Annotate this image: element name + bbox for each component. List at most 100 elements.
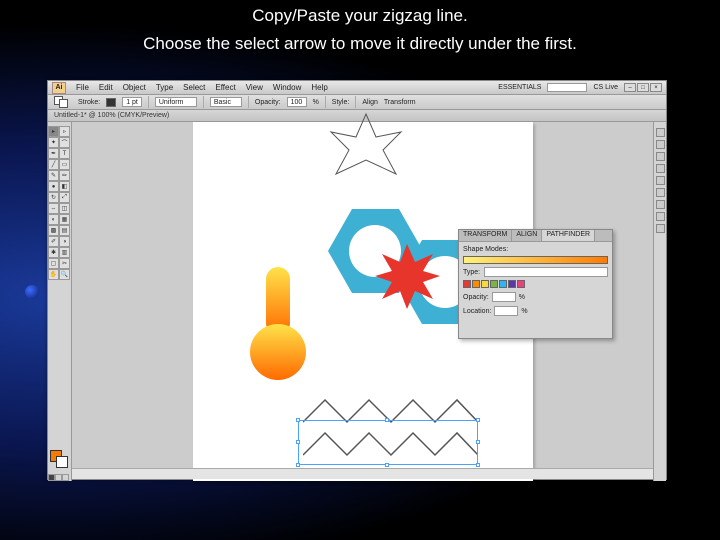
- selection-handle[interactable]: [296, 440, 300, 444]
- location-value[interactable]: [494, 306, 518, 316]
- menu-help[interactable]: Help: [307, 83, 331, 92]
- pencil-tool[interactable]: ✏: [59, 170, 70, 181]
- artboard-tool[interactable]: ▢: [48, 258, 59, 269]
- line-tool[interactable]: ╱: [48, 159, 59, 170]
- opacity-value[interactable]: [492, 292, 516, 302]
- fill-stroke-swatch[interactable]: [54, 96, 72, 108]
- appearance-panel-icon[interactable]: [656, 176, 665, 185]
- symbols-panel-icon[interactable]: [656, 224, 665, 233]
- stroke-weight-field[interactable]: 1 pt: [122, 97, 142, 107]
- menu-file[interactable]: File: [72, 83, 93, 92]
- cs-live-button[interactable]: CS Live: [593, 84, 618, 91]
- swatch[interactable]: [517, 280, 525, 288]
- selection-handle[interactable]: [296, 463, 300, 467]
- perspective-tool[interactable]: ▦: [59, 214, 70, 225]
- scale-tool[interactable]: ⤢: [59, 192, 70, 203]
- layers-panel-icon[interactable]: [656, 188, 665, 197]
- gradient-tool[interactable]: ▤: [59, 225, 70, 236]
- selection-handle[interactable]: [296, 418, 300, 422]
- maximize-button[interactable]: □: [637, 83, 649, 92]
- starburst-shape[interactable]: [375, 244, 440, 309]
- selection-handle[interactable]: [385, 418, 389, 422]
- gradient-panel-icon[interactable]: [656, 152, 665, 161]
- width-tool[interactable]: ⇔: [48, 203, 59, 214]
- workspace-switcher[interactable]: ESSENTIALS: [498, 84, 541, 91]
- document-tab-label: Untitled-1* @ 100% (CMYK/Preview): [54, 112, 169, 119]
- lasso-tool[interactable]: ⌒: [59, 137, 70, 148]
- eraser-tool[interactable]: ◧: [59, 181, 70, 192]
- menu-object[interactable]: Object: [119, 83, 150, 92]
- shape-builder-tool[interactable]: ◐: [48, 214, 59, 225]
- zoom-tool[interactable]: 🔍: [59, 269, 70, 280]
- menu-view[interactable]: View: [242, 83, 267, 92]
- tab-align[interactable]: ALIGN: [512, 230, 542, 241]
- swatch[interactable]: [463, 280, 471, 288]
- eyedropper-tool[interactable]: ✐: [48, 236, 59, 247]
- selection-tool[interactable]: ▸: [48, 126, 59, 137]
- type-tool[interactable]: T: [59, 148, 70, 159]
- rotate-tool[interactable]: ↻: [48, 192, 59, 203]
- close-button[interactable]: ×: [650, 83, 662, 92]
- instruction-line-1: Copy/Paste your zigzag line.: [0, 6, 720, 26]
- tab-transform[interactable]: TRANSFORM: [459, 230, 512, 241]
- opacity-field[interactable]: 100: [287, 97, 307, 107]
- tab-pathfinder[interactable]: PATHFINDER: [542, 230, 595, 241]
- transparency-panel-icon[interactable]: [656, 164, 665, 173]
- color-panel-icon[interactable]: [656, 128, 665, 137]
- minimize-button[interactable]: –: [624, 83, 636, 92]
- menu-edit[interactable]: Edit: [95, 83, 117, 92]
- swatch[interactable]: [490, 280, 498, 288]
- opacity-label: Opacity:: [255, 99, 281, 106]
- hand-tool[interactable]: ✋: [48, 269, 59, 280]
- free-transform-tool[interactable]: ◫: [59, 203, 70, 214]
- swatch[interactable]: [472, 280, 480, 288]
- scrollbar-horizontal[interactable]: [72, 468, 653, 479]
- selection-handle[interactable]: [476, 418, 480, 422]
- stroke-panel-icon[interactable]: [656, 140, 665, 149]
- draw-mode-buttons[interactable]: [48, 474, 71, 481]
- star-shape[interactable]: [321, 112, 411, 182]
- menu-effect[interactable]: Effect: [211, 83, 239, 92]
- fill-stroke-color[interactable]: [48, 448, 71, 470]
- type-field[interactable]: [484, 267, 608, 277]
- paintbrush-tool[interactable]: ✎: [48, 170, 59, 181]
- app-logo: Ai: [52, 82, 66, 94]
- gradient-preview[interactable]: [463, 256, 608, 264]
- rectangle-tool[interactable]: ▭: [59, 159, 70, 170]
- selection-handle[interactable]: [476, 440, 480, 444]
- stroke-color-swatch[interactable]: [106, 98, 116, 107]
- brush-field[interactable]: Uniform: [155, 97, 197, 107]
- swatch[interactable]: [508, 280, 516, 288]
- options-bar: Stroke: 1 pt Uniform Basic Opacity: 100 …: [48, 95, 666, 110]
- titlebar: Ai File Edit Object Type Select Effect V…: [48, 81, 666, 95]
- pen-tool[interactable]: ✒: [48, 148, 59, 159]
- transform-button[interactable]: Transform: [384, 99, 416, 106]
- menu-select[interactable]: Select: [179, 83, 209, 92]
- selection-bounding-box[interactable]: [298, 420, 478, 465]
- brushes-panel-icon[interactable]: [656, 212, 665, 221]
- graph-tool[interactable]: ▥: [59, 247, 70, 258]
- type-label: Type:: [463, 269, 480, 276]
- swatch[interactable]: [481, 280, 489, 288]
- percent-label: %: [519, 294, 525, 301]
- search-input[interactable]: [547, 83, 587, 92]
- blend-tool[interactable]: ◑: [59, 236, 70, 247]
- mesh-tool[interactable]: ▩: [48, 225, 59, 236]
- menu-window[interactable]: Window: [269, 83, 305, 92]
- magic-wand-tool[interactable]: ✦: [48, 137, 59, 148]
- style-field[interactable]: Basic: [210, 97, 242, 107]
- opacity-unit: %: [313, 99, 319, 106]
- symbol-sprayer-tool[interactable]: ✱: [48, 247, 59, 258]
- direct-selection-tool[interactable]: ▹: [59, 126, 70, 137]
- align-button[interactable]: Align: [362, 99, 378, 106]
- selection-handle[interactable]: [476, 463, 480, 467]
- selection-handle[interactable]: [385, 463, 389, 467]
- swatches-panel-icon[interactable]: [656, 200, 665, 209]
- swatch[interactable]: [499, 280, 507, 288]
- pathfinder-panel[interactable]: TRANSFORM ALIGN PATHFINDER Shape Modes: …: [458, 229, 613, 339]
- menu-type[interactable]: Type: [152, 83, 177, 92]
- bulb-shape[interactable]: [248, 267, 308, 382]
- swatch-list: [463, 280, 525, 288]
- slice-tool[interactable]: ✂: [59, 258, 70, 269]
- blob-brush-tool[interactable]: ●: [48, 181, 59, 192]
